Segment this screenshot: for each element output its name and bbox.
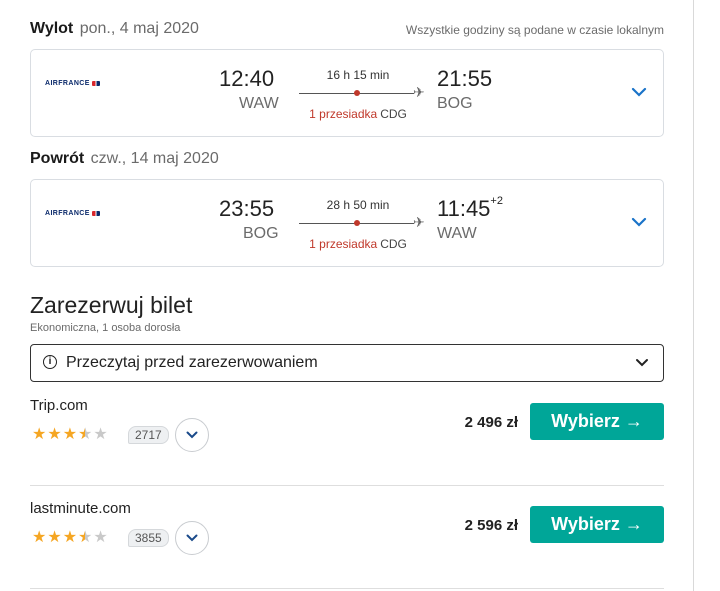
outbound-date: pon., 4 maj 2020 — [79, 20, 199, 37]
row-divider — [30, 588, 664, 589]
timezone-note: Wszystkie godziny są podane w czasie lok… — [405, 23, 664, 37]
outbound-label: Wylot — [30, 20, 74, 37]
return-date: czw., 14 maj 2020 — [90, 150, 219, 167]
arrive-time: 21:55 — [437, 66, 493, 91]
return-header: Powrót czw., 14 maj 2020 — [30, 150, 664, 168]
provider-row: Trip.com ★ ★ ★ ★ ★ 2717 2 496 zł Wybierz… — [30, 397, 664, 477]
review-count-badge: 2717 — [128, 426, 169, 444]
flight-duration: 16 h 15 min — [326, 68, 390, 82]
chevron-down-icon — [636, 359, 648, 367]
info-icon: i — [43, 355, 57, 369]
arrive-airport: WAW — [437, 225, 477, 242]
airline-logo: AIRFRANCE — [45, 210, 100, 217]
arrive-airport: BOG — [437, 95, 473, 112]
star-icon: ★ — [62, 529, 78, 546]
review-count-badge: 3855 — [128, 529, 169, 547]
star-icon: ★ — [62, 426, 78, 443]
stops-info: 1 przesiadka CDG — [283, 237, 433, 251]
stop-airport: CDG — [380, 237, 407, 251]
price: 2 596 zł — [464, 517, 518, 534]
chevron-down-icon — [186, 534, 198, 542]
star-half-icon: ★ — [78, 529, 93, 546]
depart-time: 23:55 — [219, 196, 275, 221]
chevron-down-icon[interactable] — [631, 216, 647, 228]
plane-icon: ✈ — [413, 84, 425, 100]
stops-count: 1 przesiadka — [309, 237, 378, 251]
depart-airport: BOG — [243, 225, 279, 242]
chevron-down-icon[interactable] — [631, 86, 647, 98]
rating-stars: ★ ★ ★ ★ ★ — [32, 427, 108, 443]
airline-mark-icon — [91, 81, 100, 86]
stops-info: 1 przesiadka CDG — [283, 107, 433, 121]
star-icon: ★ — [32, 426, 47, 443]
airline-mark-icon — [91, 211, 100, 216]
notice-label: Przeczytaj przed zarezerwowaniem — [66, 354, 318, 371]
booking-subtitle: Ekonomiczna, 1 osoba dorosła — [30, 322, 181, 334]
outbound-flight-card[interactable]: AIRFRANCE 12:40 WAW 16 h 15 min ✈ 1 prze… — [30, 49, 664, 137]
arrive-time: 11:45+2 — [437, 194, 503, 221]
select-button[interactable]: Wybierz → — [530, 506, 664, 543]
depart-airport: WAW — [239, 95, 279, 112]
chevron-down-icon — [186, 431, 198, 439]
price: 2 496 zł — [464, 414, 518, 431]
star-icon: ★ — [47, 529, 62, 546]
stop-dot — [354, 90, 360, 96]
return-label: Powrót — [30, 150, 85, 167]
depart-time: 12:40 — [219, 66, 275, 91]
select-button[interactable]: Wybierz → — [530, 403, 664, 440]
flight-duration: 28 h 50 min — [326, 198, 390, 212]
stop-airport: CDG — [380, 107, 407, 121]
star-half-icon: ★ — [78, 426, 93, 443]
expand-provider-button[interactable] — [175, 521, 209, 555]
provider-row: lastminute.com ★ ★ ★ ★ ★ 3855 2 596 zł W… — [30, 500, 664, 580]
stop-dot — [354, 220, 360, 226]
airline-logo: AIRFRANCE — [45, 80, 100, 87]
provider-name: lastminute.com — [30, 500, 131, 517]
plane-icon: ✈ — [413, 214, 425, 230]
row-divider — [30, 485, 664, 486]
outbound-header: Wylot pon., 4 maj 2020 Wszystkie godziny… — [30, 20, 664, 38]
provider-name: Trip.com — [30, 397, 88, 414]
stops-count: 1 przesiadka — [309, 107, 378, 121]
page-edge-divider — [693, 0, 694, 591]
star-empty-icon: ★ — [93, 529, 108, 546]
return-flight-card[interactable]: AIRFRANCE 23:55 BOG 28 h 50 min ✈ 1 prze… — [30, 179, 664, 267]
pre-booking-notice-dropdown[interactable]: i Przeczytaj przed zarezerwowaniem — [30, 344, 664, 382]
star-empty-icon: ★ — [93, 426, 108, 443]
star-icon: ★ — [47, 426, 62, 443]
booking-title: Zarezerwuj bilet — [30, 292, 193, 318]
expand-provider-button[interactable] — [175, 418, 209, 452]
star-icon: ★ — [32, 529, 47, 546]
rating-stars: ★ ★ ★ ★ ★ — [32, 530, 108, 546]
